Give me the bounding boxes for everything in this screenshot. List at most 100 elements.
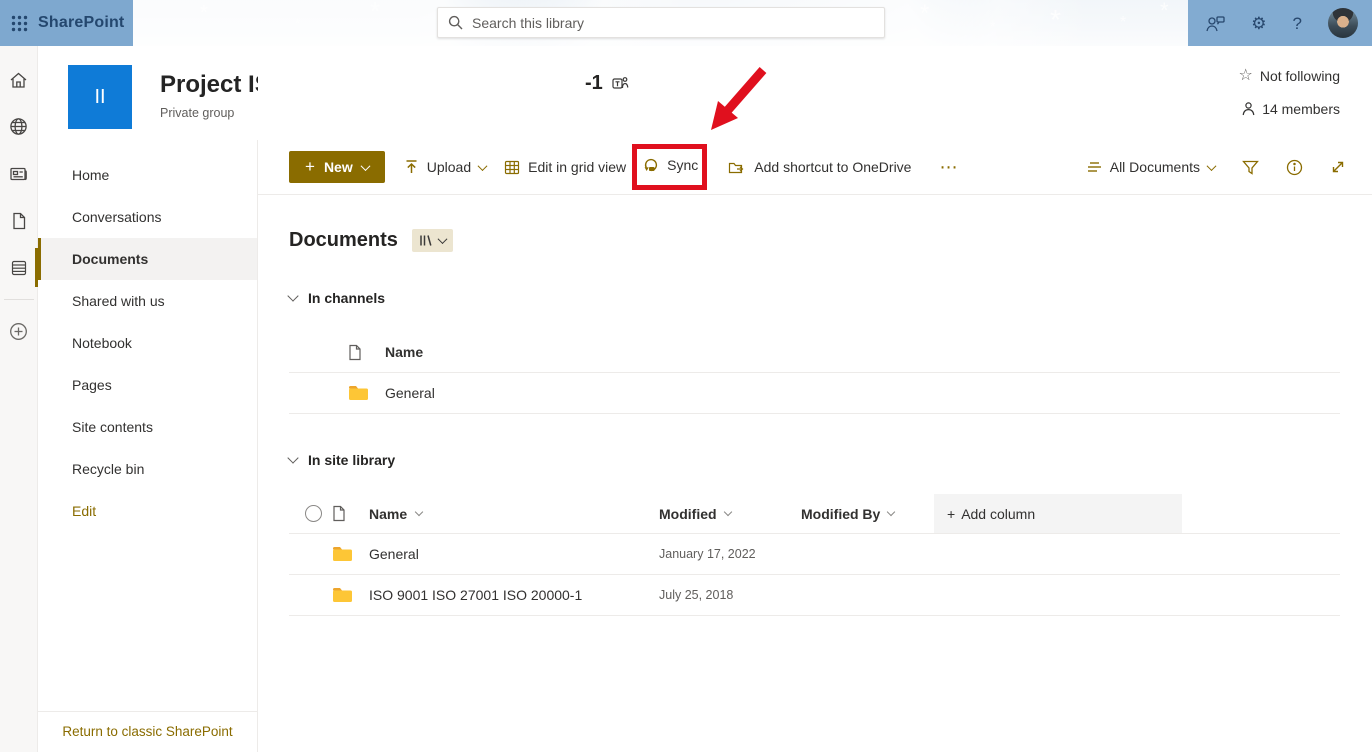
feedback-icon[interactable]: [1206, 15, 1225, 32]
snowflake-decoration: [1120, 14, 1126, 32]
nav-item-shared-with-us[interactable]: Shared with us: [38, 280, 257, 322]
edit-grid-view-button[interactable]: Edit in grid view: [504, 159, 626, 175]
snowflake-decoration: [1160, 0, 1169, 24]
add-shortcut-label: Add shortcut to OneDrive: [754, 159, 911, 175]
section-in-channels[interactable]: In channels: [289, 290, 1340, 306]
expand-icon[interactable]: [1330, 159, 1346, 175]
section-in-site-library[interactable]: In site library: [289, 452, 1340, 468]
nav-item-home[interactable]: Home: [38, 154, 257, 196]
grid-icon: [504, 160, 520, 175]
site-title[interactable]: Project IS: [160, 71, 258, 99]
info-icon[interactable]: [1286, 159, 1303, 176]
avatar[interactable]: [1328, 8, 1358, 38]
column-name[interactable]: Name: [369, 506, 659, 522]
star-icon: ☆: [1239, 68, 1253, 84]
chevron-down-icon: [437, 234, 447, 244]
site-privacy-label: Private group: [160, 106, 258, 120]
follow-label: Not following: [1260, 68, 1340, 84]
view-selector[interactable]: All Documents: [1087, 159, 1215, 175]
folder-icon: [332, 546, 369, 562]
more-commands-icon[interactable]: ⋯: [939, 157, 958, 178]
chevron-down-icon: [723, 508, 731, 516]
rail-create-icon[interactable]: [0, 308, 38, 355]
upload-label: Upload: [427, 159, 471, 175]
rail-home-icon[interactable]: [0, 56, 38, 103]
column-name[interactable]: Name: [385, 344, 675, 360]
new-button-label: New: [324, 159, 353, 175]
library-title: Documents: [289, 229, 398, 252]
nav-item-recycle-bin[interactable]: Recycle bin: [38, 448, 257, 490]
chevron-down-icon: [415, 508, 423, 516]
rail-news-icon[interactable]: [0, 150, 38, 197]
teams-icon: [612, 76, 629, 91]
snowflake-decoration: [990, 18, 995, 34]
nav-item-site-contents[interactable]: Site contents: [38, 406, 257, 448]
site-logo[interactable]: II: [68, 65, 132, 129]
channels-table: Name General: [289, 332, 1340, 414]
folder-shortcut-icon: [728, 160, 746, 175]
settings-gear-icon[interactable]: ⚙: [1251, 15, 1266, 32]
row-modified-date: January 17, 2022: [659, 547, 801, 561]
section-label: In channels: [308, 290, 385, 306]
filter-icon[interactable]: [1242, 160, 1259, 175]
main-panel: + New Upload Edit in g: [258, 140, 1372, 752]
search-box[interactable]: [437, 7, 885, 38]
site-header: II Project IS Private group -1 ☆ Not fol…: [38, 46, 1372, 140]
nav-item-edit[interactable]: Edit: [38, 490, 257, 532]
person-icon: [1242, 102, 1255, 116]
snowflake-decoration: [295, 16, 300, 31]
column-modified-by[interactable]: Modified By: [801, 506, 934, 522]
folder-icon: [332, 587, 369, 603]
column-modified[interactable]: Modified: [659, 506, 801, 522]
rail-documents-icon[interactable]: [0, 197, 38, 244]
nav-item-notebook[interactable]: Notebook: [38, 322, 257, 364]
snowflake-decoration: [920, 0, 929, 28]
snowflake-decoration: [1050, 4, 1061, 36]
teams-count: -1: [585, 72, 603, 95]
new-button[interactable]: + New: [289, 151, 385, 183]
view-list-icon: [1087, 161, 1102, 173]
suite-right-block: ⚙ ?: [1188, 0, 1372, 46]
rail-divider: [4, 299, 34, 300]
help-icon[interactable]: ?: [1293, 15, 1302, 32]
teams-badge: -1: [585, 72, 629, 95]
sync-button[interactable]: Sync: [643, 157, 698, 173]
table-row[interactable]: ISO 9001 ISO 27001 ISO 20000-1 July 25, …: [289, 575, 1340, 616]
row-name-link[interactable]: ISO 9001 ISO 27001 ISO 20000-1: [369, 587, 659, 603]
upload-button[interactable]: Upload: [404, 159, 486, 175]
library-table: Name Modified Modified By + Add column: [289, 494, 1340, 616]
nav-item-documents[interactable]: Documents: [38, 238, 257, 280]
app-launcher-icon[interactable]: [0, 0, 38, 46]
table-row[interactable]: General January 17, 2022: [289, 534, 1340, 575]
suite-bar: SharePoint ⚙ ?: [0, 0, 1372, 46]
row-name-link[interactable]: General: [369, 546, 659, 562]
add-shortcut-button[interactable]: Add shortcut to OneDrive: [728, 159, 911, 175]
file-type-icon: [348, 344, 385, 361]
left-app-rail: [0, 46, 38, 752]
sync-icon: [643, 157, 659, 173]
view-selector-label: All Documents: [1110, 159, 1200, 175]
row-name-link[interactable]: General: [385, 385, 675, 401]
rail-globe-icon[interactable]: [0, 103, 38, 150]
library-content: Documents In channels: [258, 229, 1372, 616]
table-row[interactable]: General: [289, 373, 1340, 414]
snowflake-decoration: [200, 2, 208, 25]
rail-library-icon[interactable]: [0, 244, 38, 291]
file-type-icon: [332, 505, 369, 522]
chevron-down-icon: [887, 508, 895, 516]
plus-icon: +: [947, 506, 955, 522]
sync-label: Sync: [667, 157, 698, 173]
nav-item-pages[interactable]: Pages: [38, 364, 257, 406]
return-classic-link[interactable]: Return to classic SharePoint: [38, 711, 257, 752]
chevron-down-icon: [287, 452, 298, 463]
sharepoint-wordmark[interactable]: SharePoint: [38, 14, 124, 32]
members-button[interactable]: 14 members: [1242, 101, 1340, 117]
add-column-button[interactable]: + Add column: [934, 494, 1182, 533]
channel-view-toggle[interactable]: [412, 229, 453, 252]
select-all-checkbox[interactable]: [305, 505, 322, 522]
search-icon: [448, 15, 463, 30]
nav-item-conversations[interactable]: Conversations: [38, 196, 257, 238]
follow-button[interactable]: ☆ Not following: [1239, 68, 1341, 84]
suite-left-block: SharePoint: [0, 0, 133, 46]
search-input[interactable]: [472, 15, 874, 31]
